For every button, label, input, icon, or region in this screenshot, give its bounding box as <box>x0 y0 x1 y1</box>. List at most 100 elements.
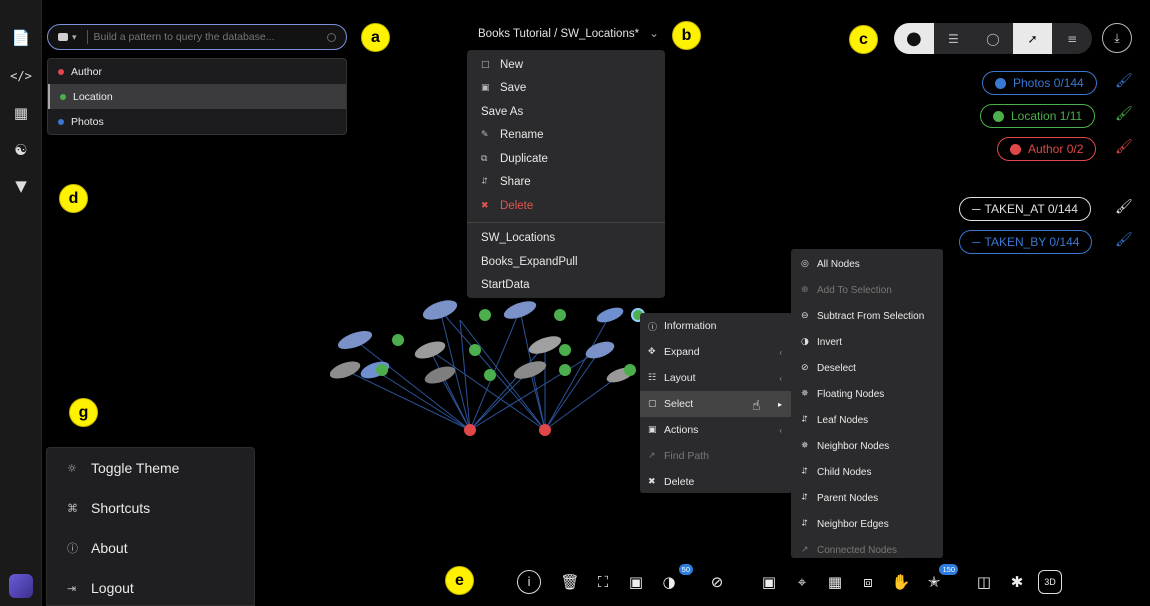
menu-logout[interactable]: ⇥ Logout <box>47 568 254 606</box>
list-lines-icon[interactable]: ≡ <box>1052 23 1092 54</box>
legend-taken-at[interactable]: ─ TAKEN_AT 0/144 <box>959 197 1091 221</box>
node-context-menu: ⓘ Information ✥ Expand ‹ ☷ Layout ‹ ▢ Select ▸ ☝… <box>640 313 792 493</box>
ctx-label: Find Path <box>664 450 709 462</box>
database-icon[interactable] <box>58 33 68 41</box>
ctx-find-path[interactable]: ↗ Find Path <box>640 443 792 469</box>
sub-label: Leaf Nodes <box>817 414 869 426</box>
save-icon: ▣ <box>481 83 490 94</box>
brush-icon[interactable]: 🖌 <box>1115 106 1133 122</box>
graph-toolbar: i 🗑 ⛶ ▣ ◑ 50 ⊘ ▣ ⌖ ▦ ⧈ ✋ ✭ 150 ◫ ✱ 3D <box>517 564 1071 596</box>
hide-icon[interactable]: ⊘ <box>705 570 729 594</box>
crop-icon[interactable]: ⧈ <box>856 570 880 594</box>
label-name: Location <box>73 90 113 103</box>
menu-duplicate[interactable]: ⧉ Duplicate <box>467 147 665 171</box>
label-item-photos[interactable]: Photos <box>48 109 346 134</box>
sub-child-nodes[interactable]: ⮃ Child Nodes <box>791 459 943 485</box>
list-mode-icon[interactable]: ☰ <box>934 23 974 54</box>
chevron-down-icon[interactable]: ⌄ <box>649 26 659 40</box>
sub-all-nodes[interactable]: ◎ All Nodes <box>791 251 943 277</box>
ctx-delete[interactable]: ✖ Delete <box>640 469 792 495</box>
frame-icon[interactable]: ▦ <box>823 570 847 594</box>
sub-parent-nodes[interactable]: ⮃ Parent Nodes <box>791 485 943 511</box>
sun-icon: ☼ <box>67 461 77 475</box>
query-bar[interactable]: ▾ <box>47 24 347 50</box>
fullscreen-icon[interactable]: ⛶ <box>591 570 615 594</box>
app-logo[interactable] <box>9 574 33 598</box>
scatter-icon[interactable]: ✱ <box>1005 570 1029 594</box>
menu-save-as[interactable]: Save As <box>467 100 665 124</box>
ctx-select[interactable]: ▢ Select ▸ ☝ <box>640 391 792 417</box>
sub-label: All Nodes <box>817 258 860 270</box>
info-icon: ⓘ <box>67 542 78 555</box>
legend-photos[interactable]: Photos 0/144 <box>982 71 1097 95</box>
tag-icon[interactable]: ◯ <box>973 23 1013 54</box>
label-item-author[interactable]: Author <box>48 59 346 84</box>
hand-icon[interactable]: ✋ <box>889 570 913 594</box>
sub-neighbor-edges[interactable]: ⮃ Neighbor Edges <box>791 511 943 537</box>
sub-leaf-nodes[interactable]: ⮃ Leaf Nodes <box>791 407 943 433</box>
trash-icon[interactable]: 🗑 <box>558 570 582 594</box>
code-icon[interactable]: </> <box>10 66 32 86</box>
divider <box>86 30 88 44</box>
table-icon[interactable]: ▦ <box>11 103 31 123</box>
legend-location[interactable]: Location 1/11 <box>980 104 1096 128</box>
sub-deselect[interactable]: ⊘ Deselect <box>791 355 943 381</box>
brush-icon[interactable]: 🖌 <box>1115 232 1133 248</box>
hierarchy-icon[interactable]: ☯ <box>11 140 31 160</box>
legend-author[interactable]: Author 0/2 <box>997 137 1097 161</box>
brush-icon[interactable]: 🖌 <box>1115 73 1133 89</box>
sub-label: Parent Nodes <box>817 492 879 504</box>
ctx-information[interactable]: ⓘ Information <box>640 313 792 339</box>
location-dot-icon <box>993 110 1004 122</box>
sub-connected-nodes[interactable]: ↗ Connected Nodes <box>791 537 943 563</box>
ctx-layout[interactable]: ☷ Layout ‹ <box>640 365 792 391</box>
menu-shortcuts[interactable]: ⌘ Shortcuts <box>47 488 254 528</box>
legend-taken-by[interactable]: ─ TAKEN_BY 0/144 <box>959 230 1093 254</box>
crosshair-icon[interactable]: ⌖ <box>790 570 814 594</box>
info-icon[interactable]: i <box>517 570 541 594</box>
label-item-location[interactable]: Location <box>48 84 346 109</box>
photos-dot-icon <box>995 77 1006 89</box>
sub-add-to-selection[interactable]: ⊕ Add To Selection <box>791 277 943 303</box>
ctx-expand[interactable]: ✥ Expand ‹ <box>640 339 792 365</box>
recent-item[interactable]: SW_Locations <box>467 227 665 251</box>
share-icon: ⮃ <box>801 415 809 425</box>
graph-layout-icon[interactable]: ▣ <box>624 570 648 594</box>
filter-icon[interactable]: ▼ <box>11 176 31 196</box>
ctx-label: Actions <box>664 424 699 436</box>
download-icon[interactable]: ⤓ <box>1102 23 1132 53</box>
deselect-icon: ⊘ <box>801 363 809 373</box>
sub-subtract-from-selection[interactable]: ⊖ Subtract From Selection <box>791 303 943 329</box>
node-mode-icon[interactable]: ● <box>894 23 934 54</box>
menu-about[interactable]: ⓘ About <box>47 528 254 568</box>
graph-canvas[interactable] <box>330 290 650 450</box>
menu-rename[interactable]: ✎ Rename <box>467 124 665 148</box>
recent-item[interactable]: Books_ExpandPull <box>467 250 665 274</box>
menu-toggle-theme[interactable]: ☼ Toggle Theme <box>47 448 254 488</box>
project-title[interactable]: Books Tutorial / SW_Locations* ⌄ <box>478 26 659 40</box>
brush-icon[interactable]: 🖌 <box>1115 139 1133 155</box>
menu-delete[interactable]: ✖ Delete <box>467 194 665 218</box>
query-input[interactable] <box>93 31 327 43</box>
sub-neighbor-nodes[interactable]: ✵ Neighbor Nodes <box>791 433 943 459</box>
menu-save[interactable]: ▣ Save <box>467 77 665 101</box>
menu-label: Delete <box>500 199 534 212</box>
legend-label: TAKEN_AT 0/144 <box>984 202 1078 216</box>
sub-floating-nodes[interactable]: ✵ Floating Nodes <box>791 381 943 407</box>
menu-new[interactable]: □ New <box>467 53 665 77</box>
chevron-down-icon[interactable]: ▾ <box>72 32 77 43</box>
ctx-actions[interactable]: ▣ Actions ‹ <box>640 417 792 443</box>
select-box-icon[interactable]: ▣ <box>757 570 781 594</box>
settings-icon[interactable] <box>327 32 336 42</box>
contrast-icon[interactable]: ◑ 50 <box>657 564 693 594</box>
brush-icon[interactable]: 🖌 <box>1115 199 1133 215</box>
pin-icon[interactable]: ✭ 150 <box>922 564 958 594</box>
edge-mode-icon[interactable]: ➚ <box>1012 23 1053 54</box>
sub-label: Child Nodes <box>817 466 872 478</box>
export-icon[interactable]: ◫ <box>972 570 996 594</box>
sub-invert[interactable]: ◑ Invert <box>791 329 943 355</box>
file-icon[interactable]: 📄 <box>11 28 31 48</box>
menu-share[interactable]: ⮃ Share <box>467 171 665 195</box>
invert-icon: ◑ <box>801 337 809 347</box>
3d-toggle[interactable]: 3D <box>1038 570 1062 594</box>
